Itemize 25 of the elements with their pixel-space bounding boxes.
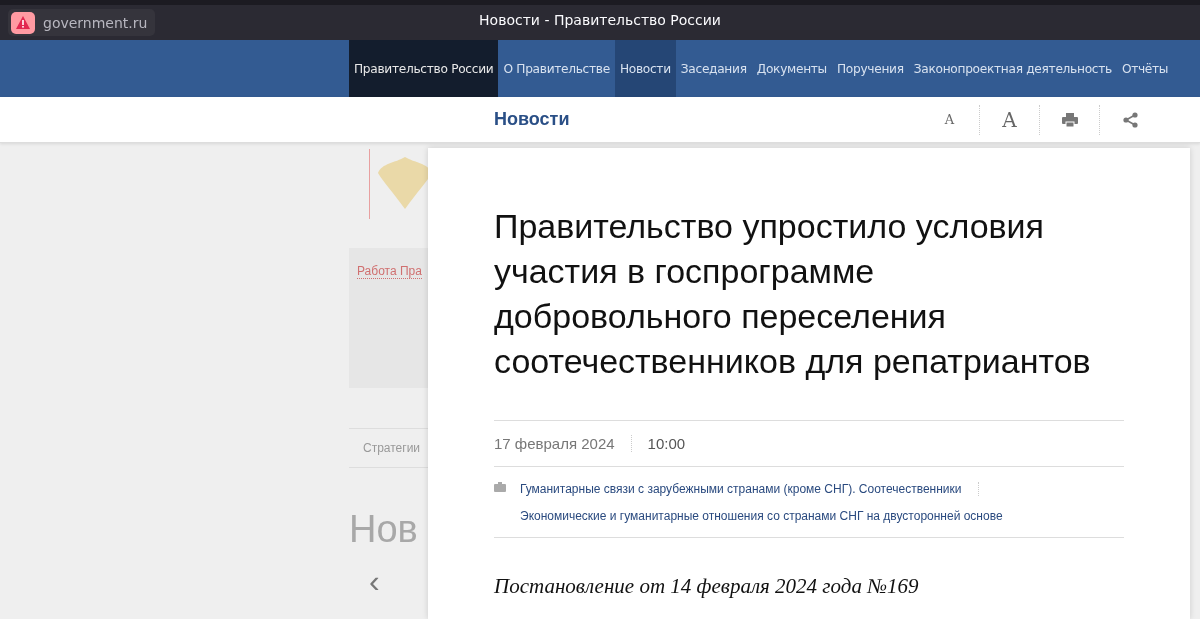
previous-button[interactable]: ‹ xyxy=(369,565,380,597)
topic-link[interactable]: Гуманитарные связи с зарубежными странами (кроме СНГ). Соотечественники xyxy=(520,482,979,496)
nav-link[interactable]: Новости xyxy=(614,40,676,97)
nav-link[interactable]: Заседания xyxy=(675,40,752,97)
font-decrease-button[interactable]: A xyxy=(920,104,980,135)
section-title: Новости xyxy=(494,109,570,130)
briefcase-icon xyxy=(494,482,506,492)
decree-title: Постановление от 14 февраля 2024 года №169 xyxy=(494,574,920,599)
topic-link[interactable]: Экономические и гуманитарные отношения со странами СНГ на двусторонней основе xyxy=(520,509,1003,523)
nav-link[interactable]: Отчёты xyxy=(1116,40,1174,97)
window-title: Новости - Правительство России xyxy=(479,12,721,28)
background-link[interactable]: Работа Пра xyxy=(357,264,422,279)
font-increase-button[interactable]: A xyxy=(980,104,1040,135)
article-time: 10:00 xyxy=(646,435,686,452)
nav-link[interactable]: Поручения xyxy=(831,40,909,97)
printer-icon xyxy=(1061,112,1078,127)
nav-link[interactable]: Законопроектная деятельность xyxy=(908,40,1117,97)
article-date: 17 февраля 2024 xyxy=(494,435,632,452)
article-title: Правительство упростило условия участия в госпрограмме добровольного переселения соотечественников для репатриантов xyxy=(494,206,1092,382)
nav-link[interactable]: О Правительстве xyxy=(498,40,615,97)
nav-link[interactable]: Документы xyxy=(751,40,832,97)
share-icon xyxy=(1122,111,1138,128)
warning-icon[interactable] xyxy=(11,11,35,34)
home-link[interactable]: Правительство России xyxy=(349,40,499,97)
background-heading: Нов xyxy=(349,508,418,551)
